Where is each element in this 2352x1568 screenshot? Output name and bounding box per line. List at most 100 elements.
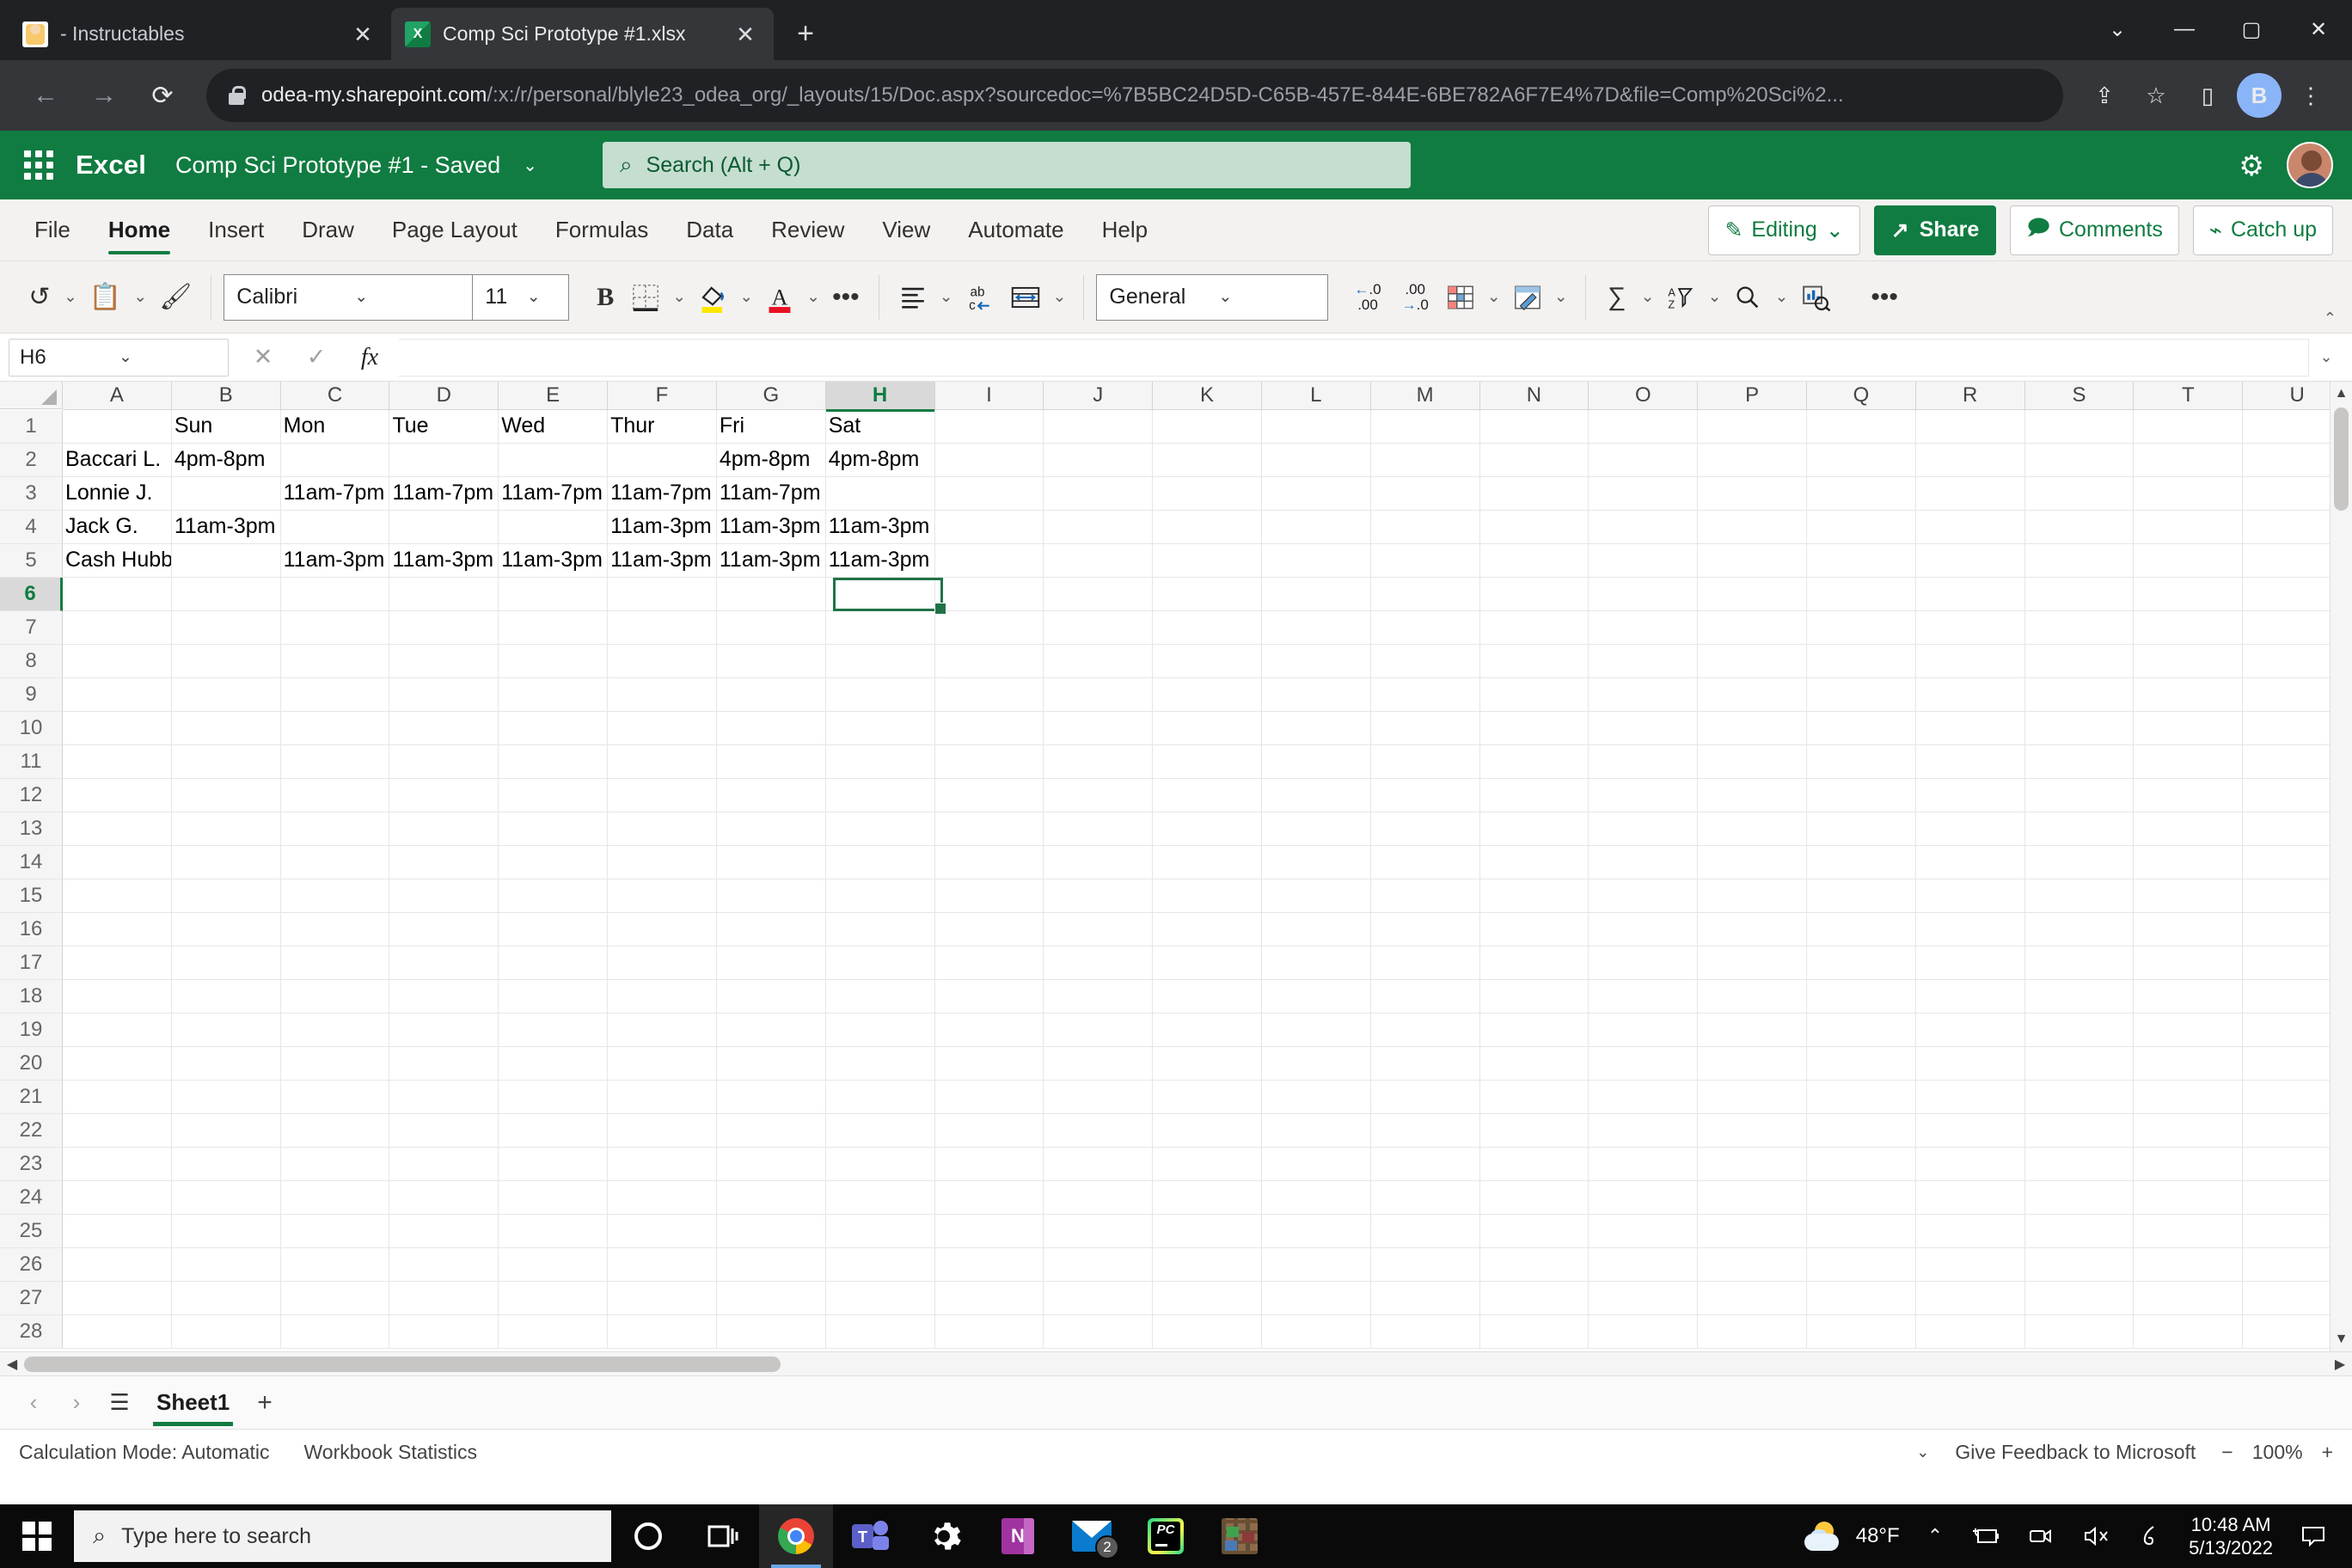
borders-button[interactable] — [624, 271, 667, 324]
row-header-3[interactable]: 3 — [0, 477, 63, 511]
row-header-20[interactable]: 20 — [0, 1047, 63, 1081]
cell-R17[interactable] — [1915, 946, 2025, 980]
cell-F25[interactable] — [608, 1215, 717, 1248]
cell-P16[interactable] — [1698, 913, 1807, 946]
cell-F5[interactable]: 11am-3pm — [608, 544, 717, 578]
cell-N5[interactable] — [1479, 544, 1589, 578]
cell-D15[interactable] — [389, 879, 499, 913]
add-sheet-button[interactable]: + — [245, 1388, 285, 1418]
cell-T28[interactable] — [2134, 1315, 2244, 1349]
scroll-up-icon[interactable]: ▲ — [2331, 382, 2352, 406]
cell-B5[interactable] — [171, 544, 281, 578]
cell-F22[interactable] — [608, 1114, 717, 1148]
cell-T17[interactable] — [2134, 946, 2244, 980]
cell-R15[interactable] — [1915, 879, 2025, 913]
cell-R28[interactable] — [1915, 1315, 2025, 1349]
cell-B28[interactable] — [171, 1315, 281, 1349]
cell-G7[interactable] — [716, 611, 826, 645]
cell-B21[interactable] — [171, 1081, 281, 1114]
cell-G2[interactable]: 4pm-8pm — [716, 444, 826, 477]
cell-K23[interactable] — [1153, 1148, 1262, 1181]
cell-N16[interactable] — [1479, 913, 1589, 946]
cell-R19[interactable] — [1915, 1014, 2025, 1047]
taskbar-app-teams[interactable]: T — [833, 1504, 907, 1568]
cell-G21[interactable] — [716, 1081, 826, 1114]
cell-I24[interactable] — [934, 1181, 1044, 1215]
cell-R14[interactable] — [1915, 846, 2025, 879]
cell-area[interactable]: Sun Mon Tue Wed Thur Fri Sat Baccari L. 4pm-8pm 4… — [63, 410, 2352, 1351]
cell-L8[interactable] — [1261, 645, 1371, 678]
cell-Q4[interactable] — [1807, 511, 1916, 544]
cell-I8[interactable] — [934, 645, 1044, 678]
cell-H17[interactable] — [825, 946, 935, 980]
cell-S6[interactable] — [2024, 578, 2135, 611]
browser-tab-instructables[interactable]: - Instructables ✕ — [9, 8, 391, 60]
cell-P13[interactable] — [1698, 812, 1807, 846]
cell-N21[interactable] — [1479, 1081, 1589, 1114]
cell-B4[interactable]: 11am-3pm — [171, 511, 281, 544]
cell-T27[interactable] — [2134, 1282, 2244, 1315]
cell-L27[interactable] — [1261, 1282, 1371, 1315]
cell-K25[interactable] — [1153, 1215, 1262, 1248]
cell-L18[interactable] — [1261, 980, 1371, 1014]
cell-D20[interactable] — [389, 1047, 499, 1081]
cell-K27[interactable] — [1153, 1282, 1262, 1315]
cell-C23[interactable] — [280, 1148, 390, 1181]
taskbar-app-pycharm[interactable]: PC — [1129, 1504, 1203, 1568]
cell-K3[interactable] — [1153, 477, 1262, 511]
tab-file[interactable]: File — [15, 205, 89, 256]
cell-J6[interactable] — [1044, 578, 1154, 611]
cell-O22[interactable] — [1589, 1114, 1699, 1148]
cell-I27[interactable] — [934, 1282, 1044, 1315]
close-window-icon[interactable]: ✕ — [2285, 0, 2352, 58]
cell-N20[interactable] — [1479, 1047, 1589, 1081]
cell-P11[interactable] — [1698, 745, 1807, 779]
font-name-select[interactable]: Calibri ⌄ — [224, 273, 474, 321]
cell-O12[interactable] — [1589, 779, 1699, 812]
cell-L10[interactable] — [1261, 712, 1371, 745]
format-as-table-button[interactable] — [1506, 271, 1549, 324]
cell-B18[interactable] — [171, 980, 281, 1014]
cell-T19[interactable] — [2134, 1014, 2244, 1047]
conditional-formatting-button[interactable] — [1439, 271, 1482, 324]
cell-E3[interactable]: 11am-7pm — [499, 477, 609, 511]
cell-I2[interactable] — [934, 444, 1044, 477]
confirm-edit-icon[interactable]: ✓ — [294, 339, 339, 377]
row-header-16[interactable]: 16 — [0, 913, 63, 946]
cell-F23[interactable] — [608, 1148, 717, 1181]
tab-draw[interactable]: Draw — [283, 205, 373, 256]
cell-D11[interactable] — [389, 745, 499, 779]
cell-F17[interactable] — [608, 946, 717, 980]
cell-R27[interactable] — [1915, 1282, 2025, 1315]
cell-A9[interactable] — [63, 678, 172, 712]
column-header-K[interactable]: K — [1153, 382, 1262, 410]
cell-S1[interactable] — [2024, 410, 2135, 444]
cell-G22[interactable] — [716, 1114, 826, 1148]
cell-M13[interactable] — [1370, 812, 1480, 846]
cell-S7[interactable] — [2024, 611, 2135, 645]
cell-B8[interactable] — [171, 645, 281, 678]
formula-input[interactable] — [399, 338, 2309, 377]
chevron-down-icon[interactable]: ⌄ — [1769, 287, 1793, 307]
row-header-19[interactable]: 19 — [0, 1014, 63, 1047]
cell-P25[interactable] — [1698, 1215, 1807, 1248]
chevron-down-icon[interactable]: ⌄ — [1048, 287, 1072, 307]
cell-R26[interactable] — [1915, 1248, 2025, 1282]
cell-N1[interactable] — [1479, 410, 1589, 444]
cell-Q28[interactable] — [1807, 1315, 1916, 1349]
cell-O19[interactable] — [1589, 1014, 1699, 1047]
gear-icon[interactable]: ⚙ — [2239, 149, 2264, 182]
cell-L15[interactable] — [1261, 879, 1371, 913]
editing-mode-button[interactable]: ✎ Editing ⌄ — [1708, 205, 1860, 255]
cell-F8[interactable] — [608, 645, 717, 678]
cell-J12[interactable] — [1044, 779, 1154, 812]
column-header-N[interactable]: N — [1479, 382, 1589, 410]
cell-Q18[interactable] — [1807, 980, 1916, 1014]
document-title[interactable]: Comp Sci Prototype #1 - Saved — [175, 152, 500, 179]
excel-search-box[interactable]: ⌕ Search (Alt + Q) — [602, 142, 1411, 188]
chevron-down-icon[interactable]: ⌄ — [1916, 1443, 1929, 1461]
cell-T11[interactable] — [2134, 745, 2244, 779]
cell-D23[interactable] — [389, 1148, 499, 1181]
cell-L17[interactable] — [1261, 946, 1371, 980]
cell-O9[interactable] — [1589, 678, 1699, 712]
